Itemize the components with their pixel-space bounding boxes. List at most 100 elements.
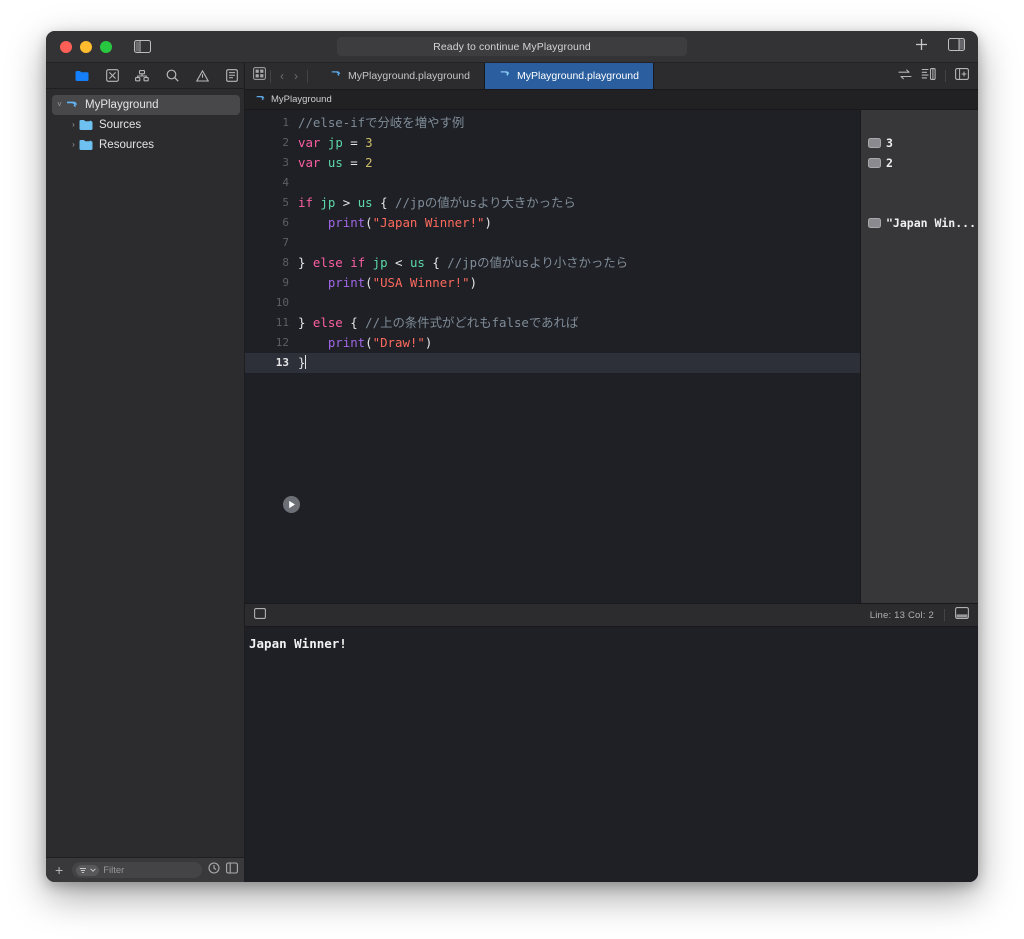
navigate-forward-button[interactable]: › [289,69,303,83]
token-kw: else [312,315,343,330]
code-line-13[interactable]: 13} [245,353,860,373]
code-line-3[interactable]: 3 var us = 2 [245,153,860,173]
console-output[interactable]: Japan Winner! [245,627,978,882]
project-folder-icon[interactable] [75,69,89,83]
editor-tab-2[interactable]: MyPlayground.playground [485,63,654,89]
code-line-11[interactable]: 11} else { //上の条件式がどれもfalseであれば [245,313,860,333]
token-pl: = [342,155,366,170]
code-editor[interactable]: 1//else-ifで分岐を増やす例 2 var jp = 3 3 var us = 2… [245,110,860,603]
token-com: //jpの値がusより小さかったら [447,255,629,270]
result-preview-icon[interactable] [868,158,881,168]
line-number: 9 [282,276,289,289]
recent-clock-icon[interactable] [208,861,220,879]
source-control-icon[interactable] [105,69,119,83]
tree-item-sources[interactable]: › Sources [46,115,244,135]
navigate-back-button[interactable]: ‹ [275,69,289,83]
toggle-code-result-icon[interactable] [898,67,912,85]
editor-options-icon[interactable] [921,67,936,85]
issue-warning-icon[interactable] [195,69,209,83]
line-text: } [298,353,860,373]
token-pl: = [342,135,366,150]
token-kw: else [312,255,343,270]
line-text: print("Draw!") [298,333,860,353]
token-str: "Draw!" [372,335,425,350]
code-line-5[interactable]: 5 if jp > us { //jpの値がusより大きかったら [245,193,860,213]
line-column-indicator: Line: 13 Col: 2 [869,609,934,621]
search-icon[interactable] [165,69,179,83]
editor-tab-1[interactable]: MyPlayground.playground [316,63,485,89]
debug-bar: Line: 13 Col: 2 [245,603,978,627]
code-line-9[interactable]: 9 print("USA Winner!") [245,273,860,293]
result-row[interactable]: 3 [868,133,893,153]
result-row[interactable]: 2 [868,153,893,173]
inspector-toggle-icon[interactable] [948,37,965,56]
text-caret [305,355,307,369]
tab-overview-icon[interactable] [253,67,266,85]
line-number: 7 [282,236,289,249]
token-kw: if [350,255,366,270]
code-line-10[interactable]: 10 [245,293,860,313]
close-window-button[interactable] [60,40,72,53]
disclosure-triangle-icon[interactable]: › [68,115,79,135]
token-str: "USA Winner!" [372,275,470,290]
playground-icon [255,91,266,109]
playground-icon [330,69,342,83]
minimize-window-button[interactable] [80,40,92,53]
plus-icon[interactable] [915,38,928,56]
code-line-2[interactable]: 2 var jp = 3 [245,133,860,153]
result-value: 2 [886,156,893,170]
navigator-panel: ˅ MyPlayground › Sources › Resources + F… [46,63,245,882]
token-pl: ) [469,275,478,290]
show-debug-area-icon[interactable] [955,606,969,624]
tree-item-myplayground[interactable]: ˅ MyPlayground [52,95,240,115]
zoom-window-button[interactable] [100,40,112,53]
editor-column: ‹ › MyPlayground.playground MyPlayground… [245,63,978,882]
token-kw: var [298,155,321,170]
filter-source-control-icon[interactable] [226,861,238,879]
token-pl: } [298,255,313,270]
console-panel-icon[interactable] [254,606,266,624]
token-pl: { [372,195,396,210]
sidebar-toggle-icon[interactable] [134,40,151,53]
code-line-8[interactable]: 8} else if jp < us { //jpの値がusより小さかったら [245,253,860,273]
run-playground-icon[interactable] [283,496,300,513]
editor-and-results: 1//else-ifで分岐を増やす例 2 var jp = 3 3 var us = 2… [245,110,978,603]
code-line-1[interactable]: 1 //else-ifで分岐を増やす例 [245,113,860,133]
debug-bar-left [254,606,266,624]
tree-item-label: MyPlayground [85,99,159,111]
result-value: "Japan Win... [886,216,977,230]
token-pl: { [424,255,448,270]
token-pl: > [335,195,358,210]
add-file-button[interactable]: + [52,863,66,877]
token-str: "Japan Winner!" [372,215,485,230]
line-number: 10 [275,296,289,309]
result-preview-icon[interactable] [868,138,881,148]
code-line-4[interactable]: 4 [245,173,860,193]
line-text: //else-ifで分岐を増やす例 [298,113,860,133]
token-id: jp [320,195,336,210]
disclosure-triangle-icon[interactable]: › [68,135,79,155]
result-row[interactable]: "Japan Win... [868,213,976,233]
playground-icon [65,99,80,112]
code-lines-container: 1//else-ifで分岐を増やす例 2 var jp = 3 3 var us = 2… [245,110,860,373]
code-line-12[interactable]: 12 print("Draw!") [245,333,860,353]
add-editor-icon[interactable] [955,67,969,85]
line-text: } else if jp < us { //jpの値がusより小さかったら [298,253,860,273]
symbol-hierarchy-icon[interactable] [135,69,149,83]
tree-item-resources[interactable]: › Resources [46,135,244,155]
code-line-6[interactable]: 6 print("Japan Winner!") [245,213,860,233]
report-document-icon[interactable] [225,69,239,83]
editor-jump-bar[interactable]: MyPlayground [245,90,978,110]
status-bar: Ready to continue MyPlayground [337,37,687,56]
filter-scope-icon[interactable] [76,864,100,876]
token-id: us [357,195,373,210]
code-line-7[interactable]: 7 [245,233,860,253]
filter-input[interactable]: Filter [72,862,202,878]
result-preview-icon[interactable] [868,218,881,228]
disclosure-triangle-icon[interactable]: ˅ [54,95,65,115]
token-com: //jpの値がusより大きかったら [395,195,576,210]
